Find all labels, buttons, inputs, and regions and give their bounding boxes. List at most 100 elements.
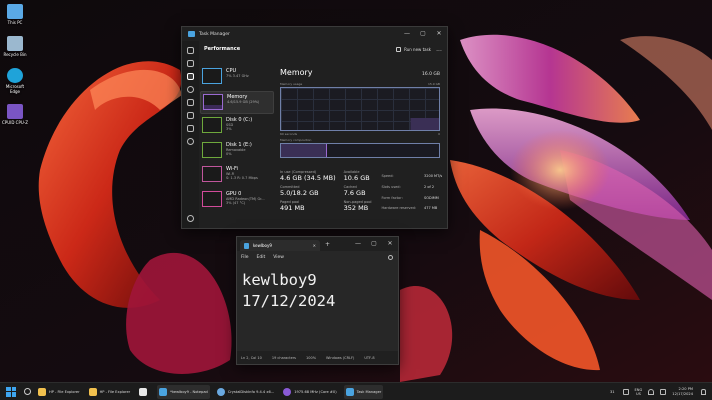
minimize-button[interactable]: — [399,27,415,41]
notepad-icon [159,387,168,396]
notifications-bell-icon[interactable] [701,388,706,395]
taskbar-app-cpu-z[interactable]: 1975.68 MHz (Core #0) [281,385,338,399]
desktop-icon-recycle-bin[interactable]: Recycle Bin [2,36,28,57]
minimize-button[interactable]: — [350,237,366,251]
resource-item-memory[interactable]: Memory 4.6/15.9 GB (29%) [200,90,274,114]
status-position: Ln 2, Col 10 [241,355,262,360]
spec-label: Form factor: [381,195,403,200]
notepad-text-area[interactable]: kewlboy9 17/12/2024 [237,263,398,351]
task-manager-icon [345,387,354,396]
desktop-icon-cpu-z[interactable]: CPUID CPU-Z [2,104,28,125]
cpu-z-icon [7,104,23,119]
taskbar-app-label: 1975.68 MHz (Core #0) [294,389,337,394]
cpu-mini-graph [202,68,222,84]
taskbar-app-label: HP - File Explorer [49,389,80,394]
taskbar-app-crystaldiskinfo[interactable]: CrystalDiskInfo 9.4.4 x6... [215,385,276,399]
resource-item-gpu[interactable]: GPU 0 AMD Radeon(TM) Gr... 3% (47 °C) [200,189,274,212]
taskbar-app-file-explorer-2[interactable]: HP - File Explorer [87,385,133,399]
taskbar-app-label: Task Manager [356,389,382,394]
gpu-mini-graph [202,190,222,207]
stat-value-cached: 7.6 GB [343,189,366,197]
status-chars: 19 characters [271,355,297,360]
memory-spec-table: Speed: 3200 MT/s Slots used: 2 of 2 Form f… [379,170,450,215]
resource-item-wifi[interactable]: Wi-Fi Wi-Fi S: 1.3 R: 0.7 Mbps [200,164,274,187]
memory-title: Memory [280,68,313,77]
app-icon [139,387,148,396]
memory-composition-label: Memory composition [280,138,312,142]
notepad-tab[interactable]: kewlboy9 ✕ [240,240,320,251]
show-hidden-icons-icon[interactable] [622,388,629,395]
run-task-icon [396,46,402,52]
taskbar-app-task-manager[interactable]: Task Manager [343,384,384,399]
taskbar-app-unnamed[interactable] [137,385,152,399]
resource-sub: 0% [226,151,232,156]
resource-item-disk1[interactable]: Disk 1 (E:) Removable 0% [200,140,274,163]
language-indicator[interactable]: ENG US [635,388,643,396]
task-manager-app-icon [188,31,195,37]
close-button[interactable]: ✕ [431,27,447,41]
hamburger-menu-icon[interactable] [187,47,194,54]
clock[interactable]: 2:20 PM 12/17/2024 [672,387,693,396]
performance-header: Performance Run new task ... [199,41,447,57]
menu-view[interactable]: View [273,255,284,260]
desktop-icon-edge[interactable]: Microsoft Edge [2,68,28,94]
menu-edit[interactable]: Edit [257,255,266,260]
cpu-z-icon [283,387,292,396]
desktop-icon-label: This PC [7,20,23,25]
stat-value-paged: 491 MB [280,204,305,212]
menu-file[interactable]: File [241,255,249,260]
recycle-bin-icon [7,36,23,51]
task-manager-titlebar[interactable]: Task Manager — ▢ ✕ [182,27,447,41]
maximize-button[interactable]: ▢ [366,237,382,251]
text-line-2: 17/12/2024 [242,292,336,310]
spec-label: Speed: [381,174,394,179]
spec-label: Hardware reserved: [381,206,417,211]
more-options-button[interactable]: ... [431,46,447,53]
weather-temperature[interactable]: 31 [610,390,615,394]
status-encoding: UTF-8 [364,355,375,360]
settings-gear-icon[interactable] [388,254,393,260]
wifi-icon[interactable] [648,388,655,395]
users-icon[interactable] [187,112,194,119]
spec-label: Slots used: [381,184,401,189]
memory-total: 16.0 GB [421,72,440,77]
maximize-button[interactable]: ▢ [415,27,431,41]
desktop-icon-this-pc[interactable]: This PC [2,4,28,25]
resource-list: CPU 7% 3.47 GHz Memory 4.6/15.9 GB (29%)… [200,66,274,213]
memory-usage-max: 15.9 GB [427,82,440,86]
memory-stats: In use (Compressed) 4.6 GB (34.5 MB) Com… [280,170,442,215]
language-bottom: US [635,391,641,396]
volume-icon[interactable] [660,388,667,395]
run-new-task-button[interactable]: Run new task [396,46,431,52]
services-icon[interactable] [187,138,194,145]
stat-value-committed: 5.0/18.2 GB [280,189,319,197]
resource-sub: S: 1.3 R: 0.7 Mbps [226,176,258,181]
processes-icon[interactable] [187,60,194,67]
taskbar-app-notepad[interactable]: *kewlboy9 - Notepad [157,384,210,399]
close-button[interactable]: ✕ [382,237,398,251]
taskbar-app-label: CrystalDiskInfo 9.4.4 x6... [227,389,275,394]
composition-available [326,144,439,157]
tab-close-icon[interactable]: ✕ [313,243,316,248]
search-icon[interactable] [24,388,31,395]
settings-gear-icon[interactable] [187,215,194,222]
start-button[interactable] [6,386,16,397]
spec-value: 3200 MT/s [424,174,443,179]
notepad-tab-bar[interactable]: kewlboy9 ✕ + — ▢ ✕ [237,237,398,251]
resource-item-disk0[interactable]: Disk 0 (C:) SSD 3% [200,115,274,138]
resource-item-cpu[interactable]: CPU 7% 3.47 GHz [200,66,274,89]
graph-time-span: 60 seconds [280,132,298,136]
edge-icon [7,68,23,83]
resource-sub: 3% (47 °C) [226,200,246,205]
resource-sub: 3% [226,127,232,132]
memory-composition-bar [280,143,440,158]
performance-icon[interactable] [187,73,194,80]
memory-usage-label: Memory usage [280,82,303,86]
memory-mini-graph [203,93,223,110]
details-icon[interactable] [187,125,194,132]
taskbar-app-file-explorer-1[interactable]: HP - File Explorer [36,385,82,399]
app-history-icon[interactable] [187,86,194,93]
spec-value: 477 MB [424,206,438,211]
new-tab-button[interactable]: + [325,241,330,248]
startup-apps-icon[interactable] [187,99,194,106]
